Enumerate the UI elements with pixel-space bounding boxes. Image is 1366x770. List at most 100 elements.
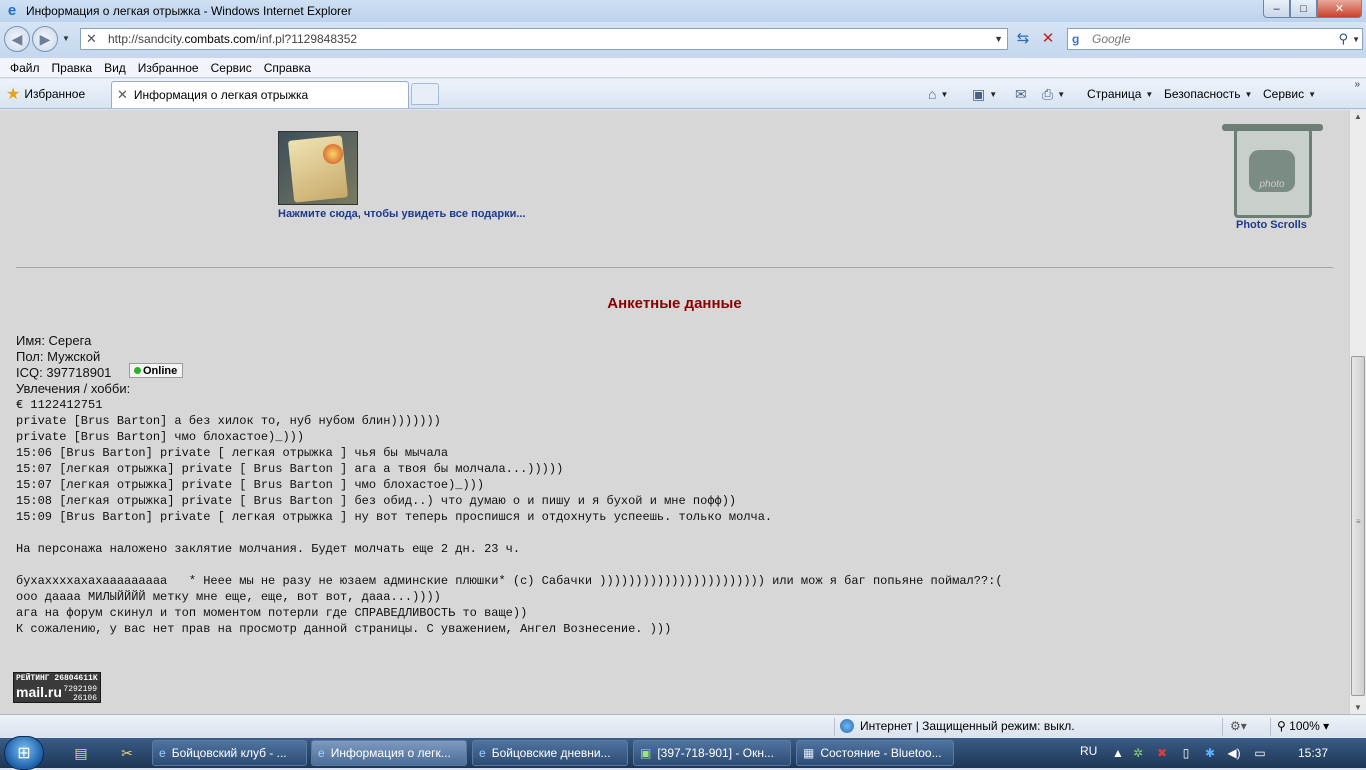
hobby-line: 15:07 [легкая отрыжка] private [ Brus Ba… [16,478,485,492]
explorer-quicklaunch-icon[interactable]: ▤ [70,743,92,763]
tab-active[interactable]: ✕ Информация о легкая отрыжка [111,81,409,108]
tools-menu-button[interactable]: Сервис ▼ [1263,84,1316,104]
rss-icon: ▣ [972,85,986,102]
hobby-line: private [Brus Barton] чмо блохастое)_))) [16,430,305,444]
gift-ornament-shape [323,144,343,164]
combats-quicklaunch-icon[interactable]: ✂ [116,743,138,763]
status-window-icon: ▦ [803,746,815,760]
mail-button[interactable]: ✉ [1015,84,1027,104]
feeds-dropdown-icon[interactable]: ▼ [989,90,997,99]
home-dropdown-icon[interactable]: ▼ [940,90,948,99]
taskbar-item[interactable]: e Бойцовский клуб - ... [152,740,307,766]
status-bar: Интернет | Защищенный режим: выкл. ⚙▾ ⚲ … [0,714,1366,738]
vertical-scrollbar[interactable]: ▲ ≡ ▼ [1349,110,1366,714]
safety-menu-label: Безопасность [1164,87,1241,101]
title-bar: e Информация о легкая отрыжка - Windows … [0,0,1366,22]
menu-edit[interactable]: Правка [52,61,93,75]
forward-button[interactable]: ▶ [32,26,58,52]
taskbar-item[interactable]: ▣ [397-718-901] - Окн... [633,740,791,766]
tail-line: ага на форум скинул и топ моментом потер… [16,606,528,620]
address-dropdown-icon[interactable]: ▼ [994,34,1003,44]
windows-logo-icon: ⊞ [17,745,31,762]
feeds-button[interactable]: ▣ ▼ [972,84,997,104]
address-bar[interactable]: ✕ http://sandcity.combats.com/inf.pl?112… [80,28,1008,50]
volume-icon[interactable]: ◀) [1226,745,1242,761]
chat-window-icon: ▣ [640,746,652,760]
gift-image[interactable] [278,131,358,205]
icq-status-badge[interactable]: Online [129,363,183,378]
ie-icon: e [159,746,166,760]
grip-icon: ≡ [1356,517,1361,526]
hobby-label: Увлечения / хобби: [16,381,131,396]
bluetooth-icon[interactable]: ✱ [1202,745,1218,761]
hobby-line: 15:09 [Brus Barton] private [ легкая отр… [16,510,773,524]
taskbar-item-label: Бойцовский клуб - ... [171,746,287,760]
google-icon: g [1072,32,1080,46]
scroll-down-icon[interactable]: ▼ [1354,703,1362,712]
menu-view[interactable]: Вид [104,61,126,75]
scroll-thumb[interactable]: ≡ [1351,356,1365,696]
mailru-rating-counter[interactable]: РЕЙТИНГ 26804611K mail.ru 7292199 26106 [13,672,101,703]
zoom-icon: ⚲ [1277,719,1286,733]
rating-number-2: 26106 [72,694,97,703]
print-button[interactable]: ⎙ ▼ [1042,84,1065,104]
stop-button[interactable]: ✕ [1037,28,1059,50]
menu-bar: Файл Правка Вид Избранное Сервис Справка [0,58,1366,78]
taskbar-item-active[interactable]: e Информация о легк... [311,740,467,766]
divider [16,267,1333,268]
menu-help[interactable]: Справка [264,61,311,75]
menu-tools[interactable]: Сервис [211,61,252,75]
search-icon[interactable]: ⚲ [1338,31,1348,47]
history-dropdown-icon[interactable]: ▼ [62,34,70,43]
taskbar-item-label: [397-718-901] - Окн... [657,746,774,760]
fist-icon: photo [1249,150,1295,192]
language-indicator[interactable]: RU [1080,744,1097,758]
search-box[interactable]: g Google ⚲ ▼ [1067,28,1363,50]
refresh-button[interactable]: ⇆ [1012,28,1034,50]
back-arrow-icon: ◀ [11,30,23,47]
new-tab-button[interactable] [411,83,439,105]
globe-icon [840,719,854,733]
toolbar-overflow-icon[interactable]: » [1354,79,1360,90]
menu-favorites[interactable]: Избранное [138,61,199,75]
address-url: http://sandcity.combats.com/inf.pl?11298… [108,32,357,46]
tail-line: бухаххххахахааааааааа * Неее мы не разу … [16,574,1003,588]
photo-scrolls-link[interactable]: Photo Scrolls [1236,219,1307,231]
taskbar: ⊞ ▤ ✂ e Бойцовский клуб - ... e Информация… [0,736,1366,770]
hobby-line: 15:07 [легкая отрыжка] private [ Brus Ba… [16,462,564,476]
maximize-button[interactable]: □ [1290,0,1317,18]
privacy-icon[interactable]: ⚙▾ [1230,719,1247,733]
favorites-button[interactable]: ★ Избранное [6,83,85,105]
icq-line: ICQ: 397718901 [16,365,112,380]
show-hidden-icons-icon[interactable]: ▲ [1110,745,1126,761]
page-menu-button[interactable]: Страница ▼ [1087,84,1153,104]
zoom-level[interactable]: ⚲ 100% ▾ [1277,719,1329,733]
start-button[interactable]: ⊞ [4,736,44,770]
minimize-button[interactable]: – [1263,0,1290,18]
mailru-logo: mail.ru [16,684,62,700]
page-menu-label: Страница [1087,87,1142,101]
clock[interactable]: 15:37 [1298,746,1328,760]
device-icon[interactable]: ▯ [1178,745,1194,761]
search-placeholder: Google [1092,32,1131,46]
tab-favicon-icon: ✕ [117,87,128,102]
zoom-value: 100% [1289,719,1320,733]
print-dropdown-icon[interactable]: ▼ [1057,90,1065,99]
taskbar-item[interactable]: ▦ Состояние - Bluetoo... [796,740,954,766]
menu-file[interactable]: Файл [10,61,40,75]
home-button[interactable]: ⌂ ▼ [928,84,948,104]
antivirus-icon[interactable]: ✖ [1154,745,1170,761]
safety-menu-button[interactable]: Безопасность ▼ [1164,84,1252,104]
security-zone[interactable]: Интернет | Защищенный режим: выкл. [840,719,1075,733]
back-button[interactable]: ◀ [4,26,30,52]
gifts-link[interactable]: Нажмите сюда, чтобы увидеть все подарки.… [278,208,526,220]
taskbar-item[interactable]: e Бойцовские дневни... [472,740,628,766]
taskbar-item-label: Состояние - Bluetoo... [820,746,942,760]
status-separator [1270,718,1271,736]
scroll-up-icon[interactable]: ▲ [1354,112,1362,121]
network-icon[interactable]: ▭ [1252,745,1268,761]
close-button[interactable]: ✕ [1317,0,1362,18]
network-app-icon[interactable]: ✲ [1130,745,1146,761]
search-dropdown-icon[interactable]: ▼ [1352,35,1360,44]
photo-scroll-image[interactable]: photo [1222,124,1323,219]
